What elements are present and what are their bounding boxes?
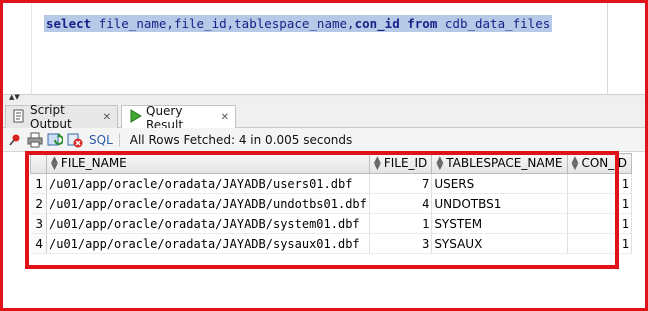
sql-column-con-id: con_id — [354, 16, 400, 31]
print-icon[interactable] — [27, 132, 43, 148]
row-number[interactable]: 4 — [30, 233, 47, 254]
cell-tablespace-name[interactable]: SYSTEM — [431, 213, 568, 234]
refresh-icon[interactable] — [47, 132, 63, 148]
sort-icon[interactable]: ▲ ▼ — [436, 155, 443, 171]
table-row[interactable]: 4 /u01/app/oracle/oradata/JAYADB/sysaux0… — [30, 233, 633, 254]
grid-header-row: ▲ ▼ FILE_NAME ▲ ▼ FILE_ID ▲ ▼ TABLESPACE_NAME … — [30, 153, 633, 174]
cell-file-id[interactable]: 4 — [369, 193, 433, 214]
cell-file-name[interactable]: /u01/app/oracle/oradata/JAYADB/users01.d… — [46, 173, 370, 194]
pin-icon[interactable] — [7, 132, 23, 148]
sql-editor[interactable]: select file_name,file_id,tablespace_name… — [3, 3, 645, 94]
column-label: TABLESPACE_NAME — [446, 156, 563, 171]
close-icon[interactable]: ✕ — [103, 112, 111, 123]
table-row[interactable]: 2 /u01/app/oracle/oradata/JAYADB/undotbs… — [30, 193, 633, 214]
column-header-file-id[interactable]: ▲ ▼ FILE_ID — [368, 153, 433, 174]
cell-file-id[interactable]: 3 — [369, 233, 433, 254]
column-header-con-id[interactable]: ▲ ▼ CON_ID — [566, 153, 633, 174]
column-label: FILE_NAME — [60, 156, 127, 171]
sort-icon[interactable]: ▲ ▼ — [51, 155, 58, 171]
cell-tablespace-name[interactable]: SYSAUX — [431, 233, 568, 254]
sql-statement-line[interactable]: select file_name,file_id,tablespace_name… — [44, 15, 553, 32]
tab-script-output[interactable]: Script Output ✕ — [5, 103, 118, 131]
cell-tablespace-name[interactable]: UNDOTBS1 — [431, 193, 568, 214]
sort-icon[interactable]: ▲ ▼ — [374, 155, 381, 171]
cell-file-id[interactable]: 7 — [369, 173, 433, 194]
column-label: CON_ID — [581, 156, 628, 171]
cell-con-id[interactable]: 1 — [567, 173, 633, 194]
cell-file-id[interactable]: 1 — [369, 213, 433, 234]
result-toolbar: SQL All Rows Fetched: 4 in 0.005 seconds — [3, 128, 645, 152]
close-icon[interactable]: ✕ — [221, 112, 229, 123]
sql-keyword-select: select — [46, 16, 92, 31]
script-output-icon — [12, 109, 26, 126]
row-number[interactable]: 1 — [30, 173, 47, 194]
cell-con-id[interactable]: 1 — [567, 213, 633, 234]
cell-con-id[interactable]: 1 — [567, 193, 633, 214]
editor-right-margin — [607, 3, 608, 94]
row-number[interactable]: 2 — [30, 193, 47, 214]
column-header-tablespace-name[interactable]: ▲ ▼ TABLESPACE_NAME — [431, 153, 568, 174]
toolbar-separator — [118, 132, 120, 147]
sort-icon[interactable]: ▲ ▼ — [572, 155, 579, 171]
column-label: FILE_ID — [383, 156, 428, 171]
cell-file-name[interactable]: /u01/app/oracle/oradata/JAYADB/system01.… — [46, 213, 370, 234]
pane-splitter[interactable]: ▲▼ — [3, 94, 645, 102]
tab-query-result[interactable]: Query Result ✕ — [121, 104, 236, 132]
cell-tablespace-name[interactable]: USERS — [431, 173, 568, 194]
splitter-arrows-icon[interactable]: ▲▼ — [9, 94, 20, 101]
cell-file-name[interactable]: /u01/app/oracle/oradata/JAYADB/sysaux01.… — [46, 233, 370, 254]
editor-gutter — [31, 3, 32, 94]
sql-table-name: cdb_data_files — [444, 16, 551, 31]
run-query-icon — [128, 109, 142, 126]
output-tabs-bar: Script Output ✕ Query Result ✕ — [3, 102, 645, 132]
sql-column-list: file_name,file_id,tablespace_name, — [98, 16, 355, 31]
sql-button[interactable]: SQL — [89, 133, 113, 147]
row-number-header[interactable] — [30, 153, 47, 174]
table-row[interactable]: 1 /u01/app/oracle/oradata/JAYADB/users01… — [30, 173, 633, 194]
cell-file-name[interactable]: /u01/app/oracle/oradata/JAYADB/undotbs01… — [46, 193, 370, 214]
table-row[interactable]: 3 /u01/app/oracle/oradata/JAYADB/system0… — [30, 213, 633, 234]
cancel-query-icon[interactable] — [67, 132, 83, 148]
column-header-file-name[interactable]: ▲ ▼ FILE_NAME — [46, 153, 370, 174]
sql-keyword-from: from — [407, 16, 438, 31]
result-grid[interactable]: ▲ ▼ FILE_NAME ▲ ▼ FILE_ID ▲ ▼ TABLESPACE_NAME … — [30, 153, 633, 254]
row-number[interactable]: 3 — [30, 213, 47, 234]
tab-script-output-label: Script Output — [30, 103, 72, 131]
fetch-status-text: All Rows Fetched: 4 in 0.005 seconds — [129, 132, 353, 147]
cell-con-id[interactable]: 1 — [567, 233, 633, 254]
